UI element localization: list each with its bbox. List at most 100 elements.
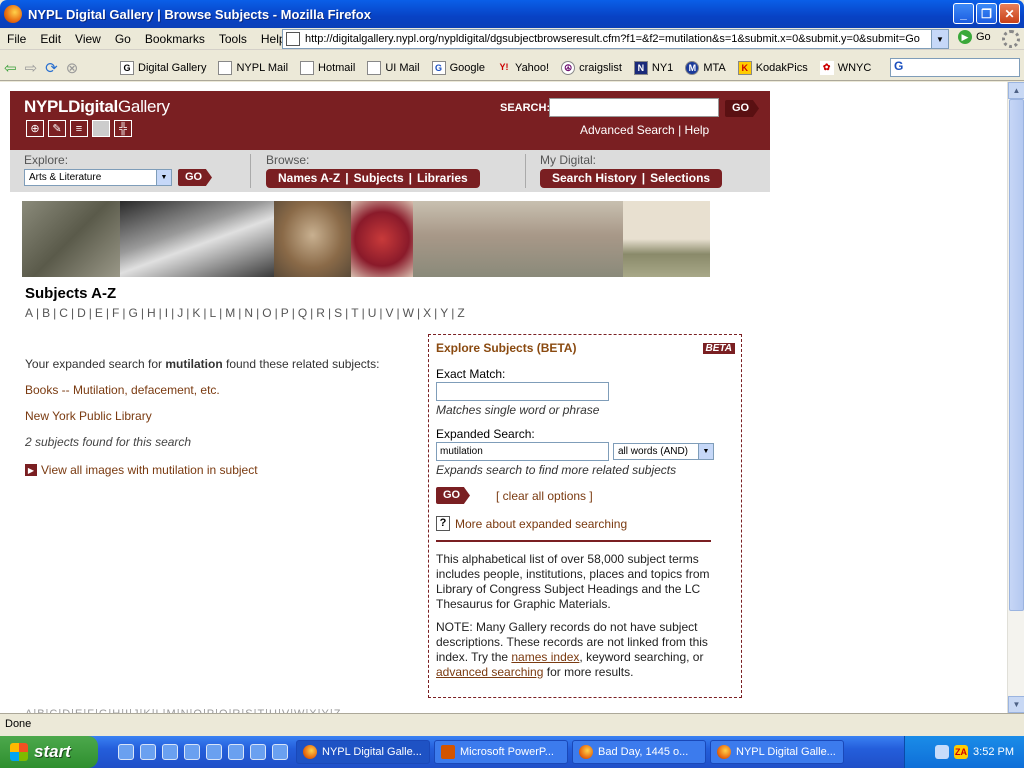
letter-link-d[interactable]: D (77, 306, 86, 320)
explore-go-button[interactable]: GO (436, 487, 470, 504)
network-icon[interactable] (935, 745, 950, 759)
taskbar-item-nypl-1[interactable]: NYPL Digital Galle... (296, 740, 430, 764)
maximize-button[interactable]: ❐ (976, 3, 997, 24)
back-icon[interactable]: ⇦ (4, 59, 17, 77)
bookmark-hotmail[interactable]: Hotmail (300, 60, 355, 75)
letter-link-i[interactable]: I (165, 306, 168, 320)
messenger-icon[interactable] (162, 744, 178, 760)
letter-link-h[interactable]: H (147, 306, 156, 320)
browse-names-link[interactable]: Names A-Z (278, 171, 340, 185)
names-index-link[interactable]: names index (511, 650, 579, 664)
letter-link-v[interactable]: V (386, 306, 394, 320)
search-history-link[interactable]: Search History (552, 171, 637, 185)
reload-icon[interactable]: ⟳ (45, 59, 58, 77)
taskbar-item-nypl-2[interactable]: NYPL Digital Galle... (710, 740, 844, 764)
player-icon[interactable] (272, 744, 288, 760)
letter-link-a[interactable]: A (25, 306, 33, 320)
letter-link-l[interactable]: L (209, 306, 216, 320)
ie-icon[interactable] (184, 744, 200, 760)
advanced-searching-link[interactable]: advanced searching (436, 665, 543, 679)
address-go-button[interactable]: ▶ Go (958, 30, 991, 44)
bookmark-nypl-mail[interactable]: NYPL Mail (218, 60, 288, 75)
grid-icon[interactable] (92, 120, 110, 137)
edit-icon[interactable]: ✎ (48, 120, 66, 137)
menu-edit[interactable]: Edit (33, 32, 68, 46)
result-subject-link[interactable]: Books -- Mutilation, defacement, etc. (25, 383, 405, 397)
expanded-search-input[interactable]: mutilation (436, 442, 609, 461)
scroll-down-icon[interactable]: ▼ (1008, 696, 1024, 713)
taskbar-item-bad-day[interactable]: Bad Day, 1445 o... (572, 740, 706, 764)
explore-go-button[interactable]: GO (178, 169, 212, 186)
letter-link-z[interactable]: Z (457, 306, 464, 320)
desktop-icon[interactable] (118, 744, 134, 760)
bookmark-digital-gallery[interactable]: G Digital Gallery (120, 60, 206, 75)
taskbar-item-powerpoint[interactable]: Microsoft PowerP... (434, 740, 568, 764)
menu-file[interactable]: File (0, 32, 33, 46)
view-all-images-link[interactable]: ▶ View all images with mutilation in subj… (25, 463, 405, 477)
clear-options-link[interactable]: [ clear all options ] (496, 489, 593, 503)
bookmark-yahoo[interactable]: Y! Yahoo! (497, 61, 550, 75)
match-mode-select[interactable]: all words (AND) ▼ (613, 443, 714, 460)
selections-link[interactable]: Selections (650, 171, 710, 185)
app-icon[interactable] (140, 744, 156, 760)
scroll-thumb[interactable] (1009, 99, 1024, 611)
letter-link-j[interactable]: J (177, 306, 183, 320)
menu-view[interactable]: View (68, 32, 108, 46)
bookmark-craigslist[interactable]: ☮ craigslist (561, 60, 622, 75)
letter-link-m[interactable]: M (225, 306, 235, 320)
advanced-search-link[interactable]: Advanced Search (580, 123, 675, 137)
zoom-icon[interactable]: ⊕ (26, 120, 44, 137)
letter-link-o[interactable]: O (262, 306, 271, 320)
bookmark-kodakpics[interactable]: K KodakPics (737, 60, 808, 75)
menu-go[interactable]: Go (108, 32, 138, 46)
letter-link-p[interactable]: P (281, 306, 289, 320)
exact-match-input[interactable] (436, 382, 609, 401)
letter-link-y[interactable]: Y (440, 306, 448, 320)
letter-link-k[interactable]: K (192, 306, 200, 320)
letter-link-u[interactable]: U (368, 306, 377, 320)
site-logo[interactable]: NYPLDigitalGallery (24, 97, 170, 117)
address-bar[interactable]: http://digitalgallery.nypl.org/nypldigit… (282, 29, 949, 49)
letter-link-c[interactable]: C (59, 306, 68, 320)
bookmark-google[interactable]: G Google (431, 60, 485, 75)
letter-link-g[interactable]: G (128, 306, 137, 320)
browse-subjects-link[interactable]: Subjects (354, 171, 404, 185)
letter-link-b[interactable]: B (42, 306, 50, 320)
clock[interactable]: 3:52 PM (973, 746, 1014, 758)
letter-link-t[interactable]: T (351, 306, 358, 320)
media-icon[interactable] (206, 744, 222, 760)
browse-libraries-link[interactable]: Libraries (417, 171, 468, 185)
letter-link-r[interactable]: R (316, 306, 325, 320)
layout-icon[interactable]: ╬ (114, 120, 132, 137)
list-icon[interactable]: ≡ (70, 120, 88, 137)
forward-icon[interactable]: ⇨ (25, 59, 38, 77)
letter-link-x[interactable]: X (423, 306, 431, 320)
explore-select[interactable]: Arts & Literature ▼ (24, 169, 172, 186)
firefox-icon[interactable] (250, 744, 266, 760)
header-search-go-button[interactable]: GO (725, 100, 759, 117)
letter-link-n[interactable]: N (244, 306, 253, 320)
letter-link-s[interactable]: S (334, 306, 342, 320)
letter-link-f[interactable]: F (112, 306, 119, 320)
window-titlebar[interactable]: NYPL Digital Gallery | Browse Subjects -… (0, 0, 1024, 28)
stop-icon[interactable]: ⊗ (66, 59, 79, 77)
header-search-input[interactable] (549, 98, 719, 117)
bookmark-mta[interactable]: M MTA (685, 60, 726, 75)
zonealarm-icon[interactable]: ZA (954, 745, 969, 759)
more-expanded-searching-link[interactable]: ? More about expanded searching (436, 516, 734, 531)
bookmark-ny1[interactable]: N NY1 (633, 60, 673, 75)
folder-icon[interactable] (228, 744, 244, 760)
vertical-scrollbar[interactable]: ▲ ▼ (1007, 82, 1024, 713)
help-link[interactable]: Help (685, 123, 710, 137)
result-subject-link[interactable]: New York Public Library (25, 409, 405, 423)
letter-link-w[interactable]: W (403, 306, 414, 320)
menu-bookmarks[interactable]: Bookmarks (138, 32, 212, 46)
scroll-up-icon[interactable]: ▲ (1008, 82, 1024, 99)
bookmark-ui-mail[interactable]: UI Mail (367, 60, 420, 75)
start-button[interactable]: start (0, 736, 98, 768)
letter-link-q[interactable]: Q (298, 306, 307, 320)
menu-tools[interactable]: Tools (212, 32, 254, 46)
close-button[interactable]: ✕ (999, 3, 1020, 24)
address-dropdown-icon[interactable]: ▼ (931, 30, 948, 48)
google-search-box[interactable]: G (890, 58, 1020, 77)
